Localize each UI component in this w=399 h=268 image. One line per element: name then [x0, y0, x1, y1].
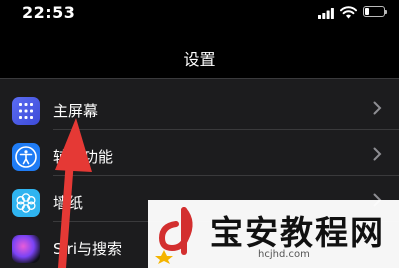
watermark-text: 宝安教程网	[210, 213, 385, 252]
accessibility-person-icon	[12, 143, 40, 171]
page-title: 设置	[183, 50, 216, 69]
chevron-right-icon	[373, 147, 382, 161]
status-time: 22:53	[22, 3, 76, 22]
settings-item-home-screen[interactable]: 主屏幕	[0, 88, 399, 130]
settings-item-label: 辅助功能	[53, 148, 114, 166]
row-divider	[53, 129, 399, 130]
row-divider	[53, 175, 399, 176]
settings-item-label: 主屏幕	[53, 102, 99, 120]
home-screen-grid-icon	[12, 97, 40, 125]
settings-item-label: Siri与搜索	[53, 240, 123, 258]
watermark-logo-icon	[155, 207, 193, 264]
chevron-right-icon	[373, 101, 382, 115]
status-bar: 22:53	[0, 0, 399, 26]
battery-icon	[363, 6, 387, 17]
settings-item-accessibility[interactable]: 辅助功能	[0, 134, 399, 176]
watermark: 宝安教程网 hcjhd.com	[148, 200, 399, 268]
wallpaper-flower-icon	[12, 189, 40, 217]
siri-icon	[12, 235, 40, 263]
settings-item-label: 墙纸	[53, 194, 84, 212]
list-top-divider	[0, 78, 399, 79]
watermark-url: hcjhd.com	[258, 249, 310, 260]
wifi-icon	[340, 6, 357, 19]
cellular-signal-icon	[318, 8, 334, 19]
